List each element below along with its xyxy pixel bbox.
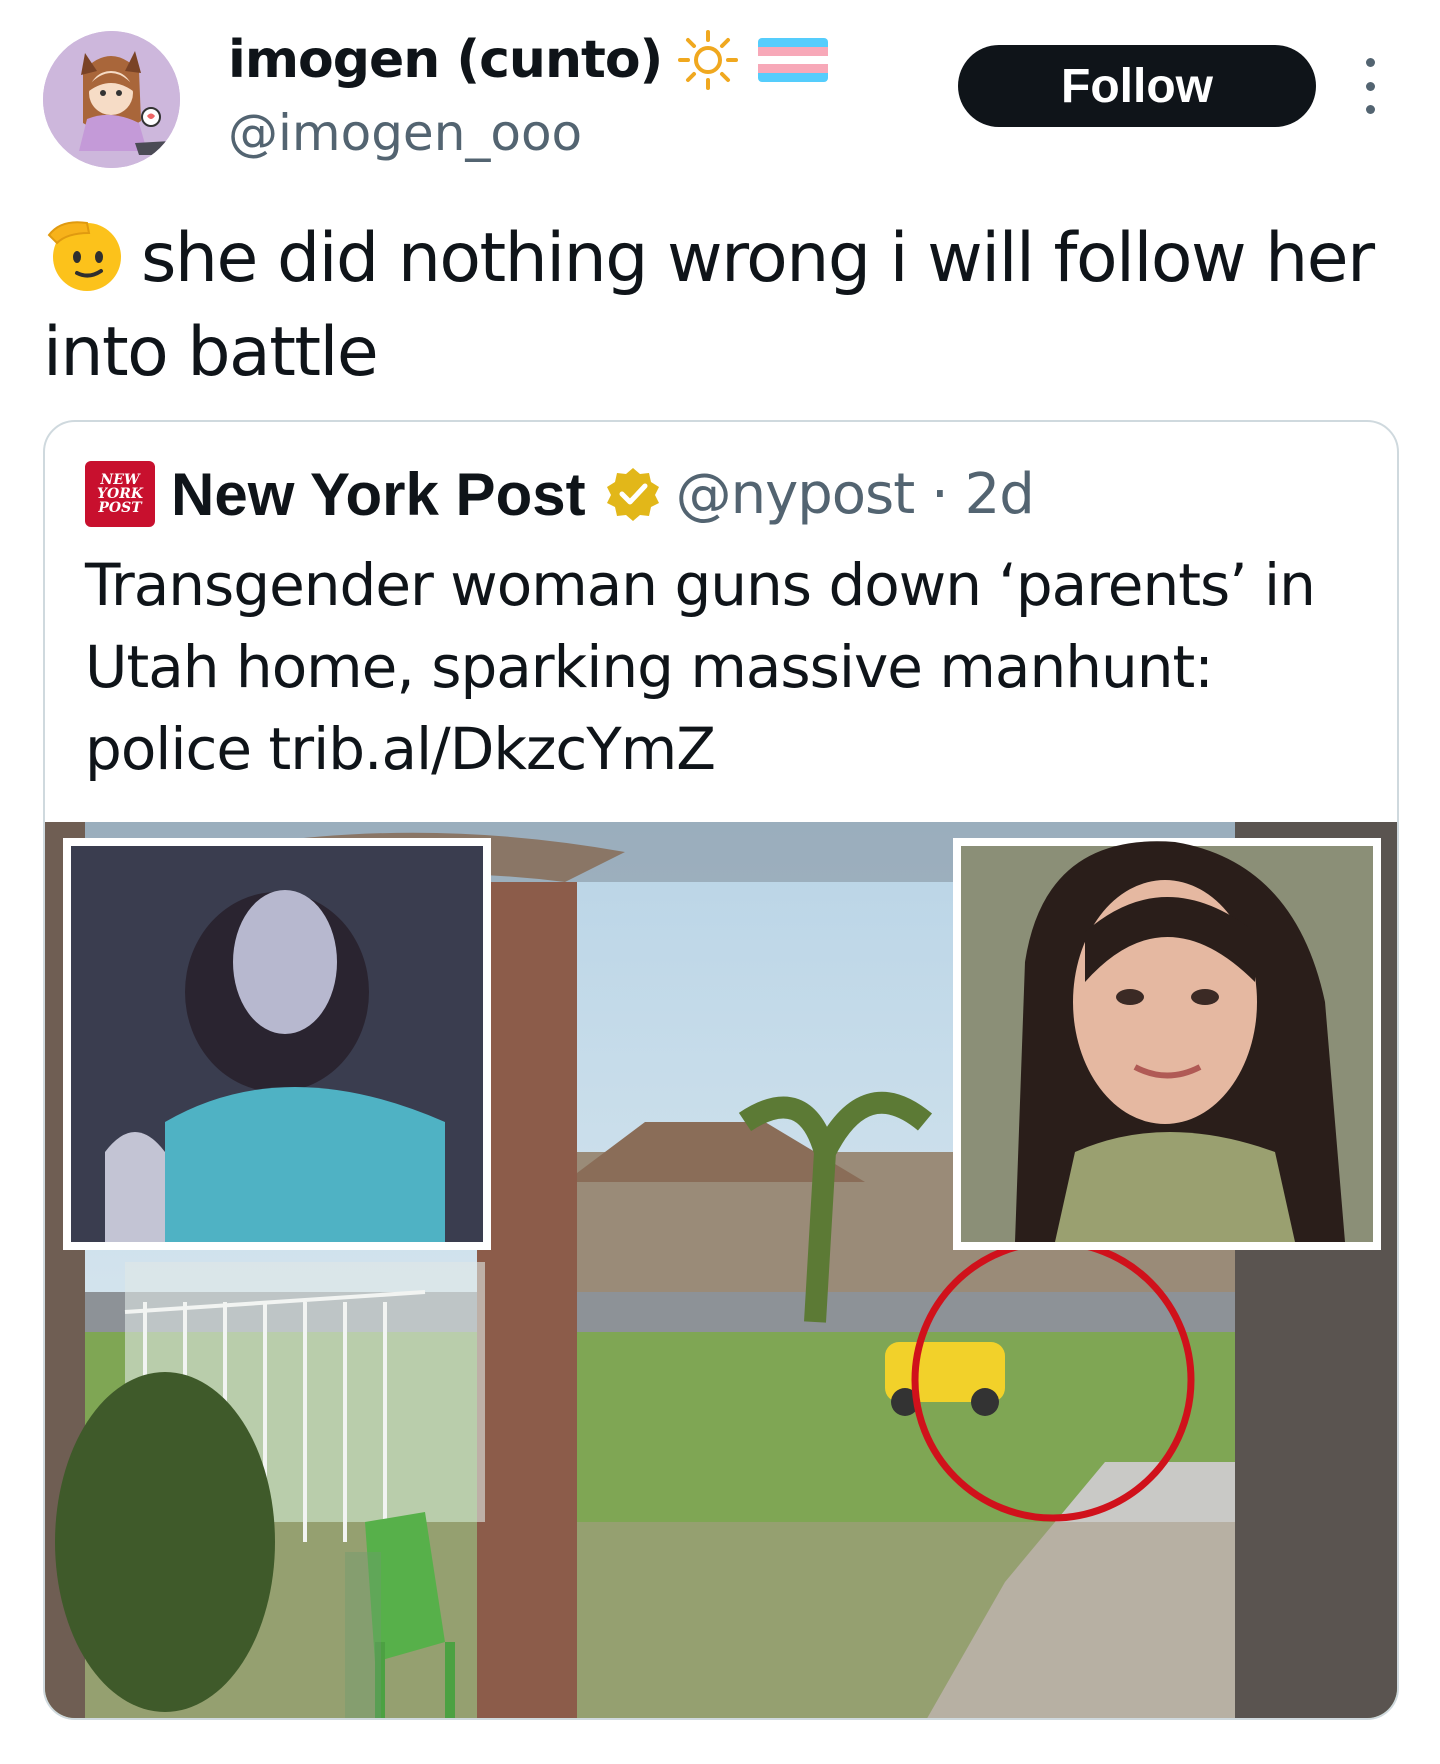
nypost-logo-line: POST <box>98 500 142 516</box>
author-name-line: imogen (cunto) <box>228 28 832 92</box>
more-options-icon[interactable] <box>1358 58 1382 114</box>
more-dot <box>1365 105 1375 114</box>
trans-flag-icon <box>758 38 829 82</box>
sun-icon <box>678 30 739 90</box>
follow-button[interactable]: Follow <box>958 45 1316 127</box>
quote-display-name[interactable]: New York Post <box>171 460 586 529</box>
nypost-logo: NEW YORK POST <box>85 461 155 527</box>
quoted-tweet[interactable]: NEW YORK POST New York Post @nypost · 2d… <box>43 420 1399 1720</box>
verified-badge-icon <box>606 468 659 521</box>
saluting-face-icon <box>47 221 121 291</box>
media-photo-collage <box>45 822 1397 1718</box>
more-dot <box>1365 81 1375 91</box>
author-display-name[interactable]: imogen (cunto) <box>228 30 663 90</box>
tweet-text: she did nothing wrong i will follow her … <box>43 212 1413 400</box>
tweet-text-content: she did nothing wrong i will follow her … <box>43 219 1375 392</box>
quote-header: NEW YORK POST New York Post @nypost · 2d <box>85 458 1035 530</box>
nypost-logo-line: NEW <box>100 472 140 488</box>
post-header: imogen (cunto) @imogen_ooo Follow <box>0 0 1440 200</box>
author-handle[interactable]: @imogen_ooo <box>228 104 582 162</box>
nypost-logo-line: YORK <box>97 486 143 502</box>
quote-text: Transgender woman guns down ‘parents’ in… <box>85 551 1316 783</box>
quote-handle-time[interactable]: @nypost · 2d <box>676 462 1035 527</box>
quote-media-image[interactable] <box>45 822 1397 1718</box>
avatar-illustration <box>43 31 180 168</box>
user-avatar[interactable] <box>43 31 180 168</box>
more-dot <box>1365 58 1375 67</box>
